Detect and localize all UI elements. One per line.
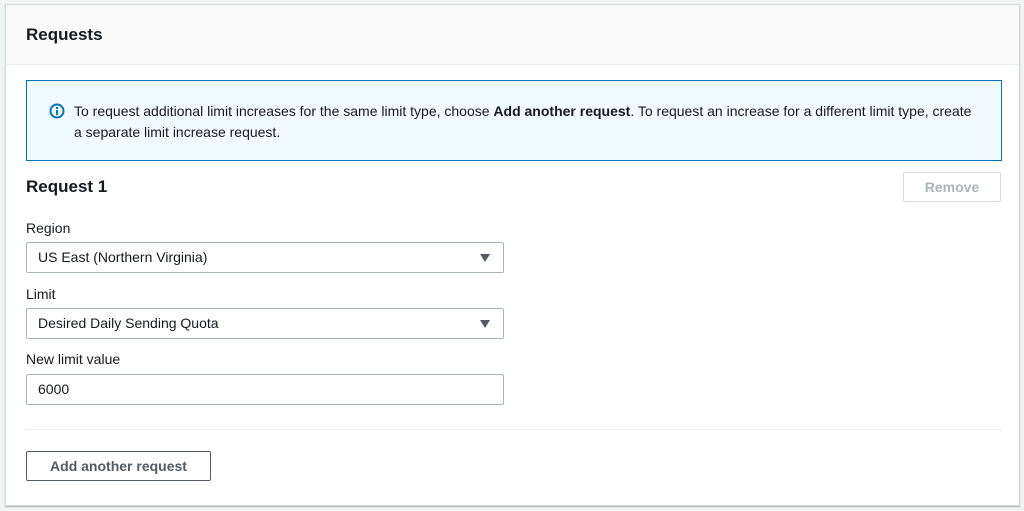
divider [26,429,1002,430]
info-text-bold: Add another request [493,103,631,119]
requests-panel: Requests To request additional limit inc… [5,4,1020,506]
info-text-before: To request additional limit increases fo… [74,103,494,119]
request-title: Request 1 [26,177,108,196]
panel-header: Requests [6,5,1019,65]
remove-button[interactable]: Remove [903,172,1001,202]
region-label: Region [26,220,71,236]
region-select[interactable]: US East (Northern Virginia) [26,242,504,273]
info-text: To request additional limit increases fo… [74,101,981,143]
new-limit-input-value: 6000 [38,381,70,397]
region-select-value: US East (Northern Virginia) [38,249,208,265]
new-limit-label: New limit value [26,351,121,367]
limit-select-value: Desired Daily Sending Quota [38,315,219,331]
limit-select[interactable]: Desired Daily Sending Quota [26,308,504,339]
panel-title: Requests [26,25,103,44]
caret-down-icon [480,319,490,328]
info-alert: To request additional limit increases fo… [26,80,1002,161]
info-icon [49,103,65,119]
limit-label: Limit [26,286,56,302]
caret-down-icon [480,253,490,262]
add-another-request-button[interactable]: Add another request [26,451,211,481]
new-limit-input[interactable]: 6000 [26,374,504,405]
